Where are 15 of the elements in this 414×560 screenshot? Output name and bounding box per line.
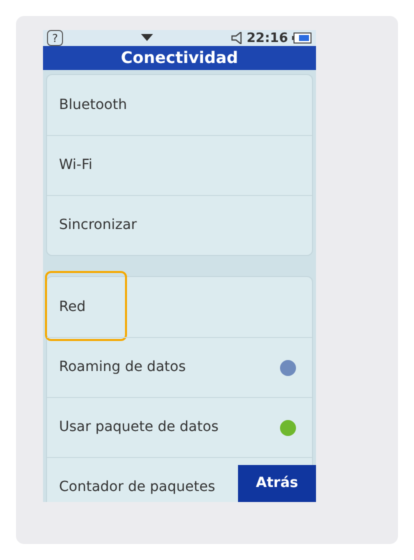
clock-time: 22:16: [246, 32, 288, 44]
back-button[interactable]: Atrás: [238, 465, 316, 502]
battery-icon: [292, 32, 312, 44]
menu-item[interactable]: Bluetooth: [59, 94, 127, 116]
speaker-icon: [230, 32, 243, 44]
toggle-indicator[interactable]: [280, 360, 296, 376]
menu-item[interactable]: Contador de paquetes: [59, 477, 216, 498]
menu-item[interactable]: Sincronizar: [59, 215, 137, 236]
menu-item[interactable]: Wi-Fi: [59, 155, 92, 176]
menu-item[interactable]: Red: [59, 296, 86, 318]
menu-item[interactable]: Roaming de datos: [59, 357, 186, 378]
screen-title: Conectividad: [43, 46, 316, 70]
menu-item[interactable]: Usar paquete de datos: [59, 417, 218, 438]
dropdown-arrow-icon[interactable]: [140, 34, 153, 42]
toggle-indicator[interactable]: [280, 420, 296, 436]
